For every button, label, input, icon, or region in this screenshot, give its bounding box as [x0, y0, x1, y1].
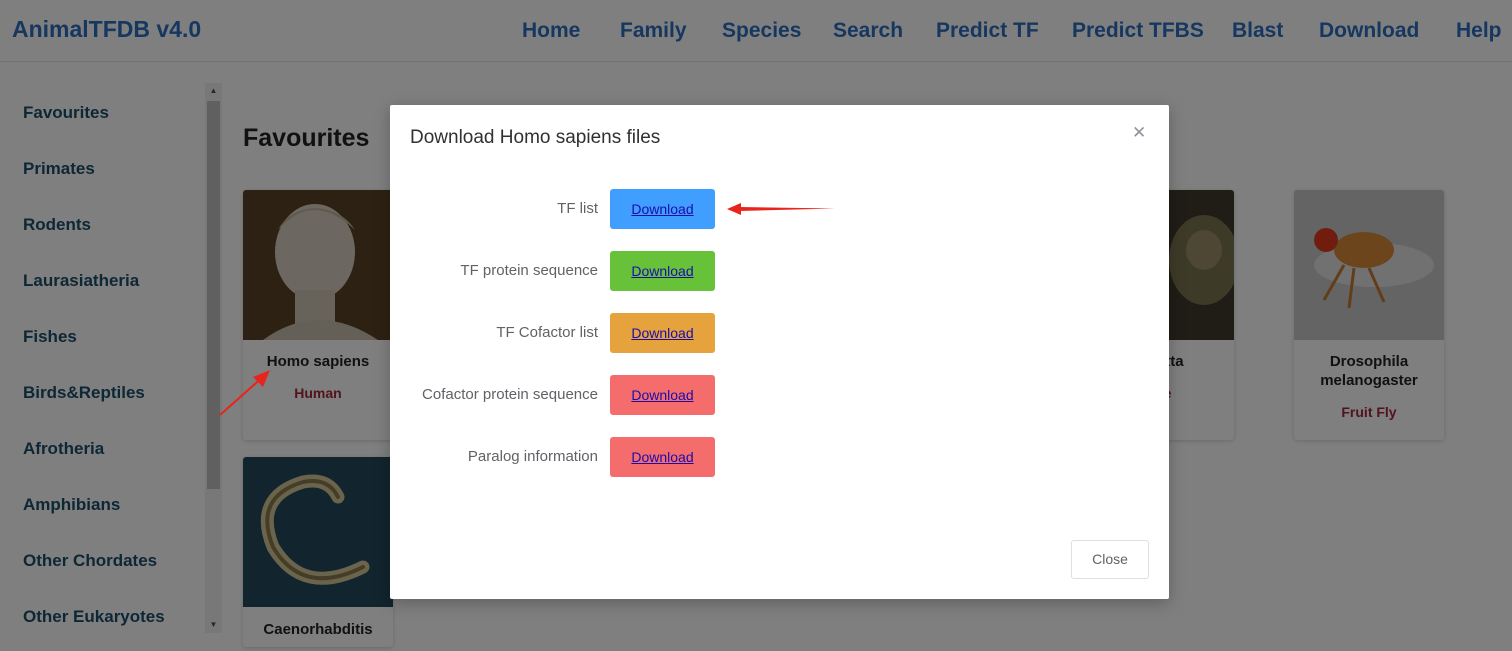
row-label-tf-protein-sequence: TF protein sequence [460, 262, 598, 279]
download-dialog: Download Homo sapiens files ✕ TF list Do… [390, 105, 1169, 599]
download-tf-cofactor-list-button[interactable]: Download [610, 313, 715, 353]
annotation-arrow-icon [727, 203, 835, 215]
row-label-cofactor-protein-sequence: Cofactor protein sequence [422, 386, 598, 403]
dialog-title: Download Homo sapiens files [410, 127, 661, 148]
row-label-paralog-information: Paralog information [467, 448, 598, 465]
row-label-tf-cofactor-list: TF Cofactor list [496, 324, 598, 341]
download-tf-protein-sequence-button[interactable]: Download [610, 251, 715, 291]
close-icon[interactable]: ✕ [1132, 123, 1146, 143]
download-cofactor-protein-sequence-button[interactable]: Download [610, 375, 715, 415]
annotation-arrow-icon [219, 370, 270, 416]
row-label-tf-list: TF list [557, 200, 598, 217]
download-tf-list-button[interactable]: Download [610, 189, 715, 229]
close-button[interactable]: Close [1071, 540, 1149, 579]
download-paralog-information-button[interactable]: Download [610, 437, 715, 477]
